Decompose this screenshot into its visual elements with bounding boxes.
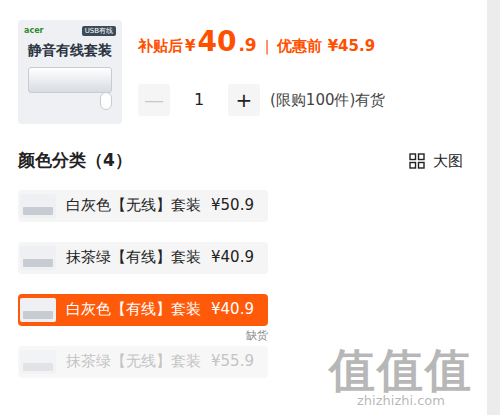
watermark-logo: 值值值 [329,347,473,393]
option-price: ¥55.9 [211,350,254,373]
option-chip[interactable]: 抹茶绿【有线】套装 ¥40.9 [18,242,268,274]
watermark: 值值值zhizhizhi.com [329,347,473,409]
stock-note: (限购100件)有货 [270,89,385,112]
option-list: 白灰色【无线】套装 ¥50.9 抹茶绿【有线】套装 ¥40.9 白灰色【有线】套装 ¥40… [18,190,471,378]
option-thumbnail [20,246,56,270]
option-label: 抹茶绿【有线】套装 [66,246,201,269]
watermark-url: zhizhizhi.com [329,393,473,409]
price-label: 补贴后 [138,35,183,58]
option-thumbnail [20,298,56,322]
sku-panel: acerUSB有线静音有线套装补贴后¥40.9|优惠前 ¥45.9—1+(限购1… [0,0,487,415]
quantity-stepper: —1+ (限购100件)有货 [138,84,385,116]
brand-logo: acer [24,27,44,35]
large-view-label: 大图 [433,150,463,173]
plus-button[interactable]: + [228,84,260,116]
option-thumbnail [20,350,56,374]
section-title: 颜色分类（4） [18,148,132,174]
price-decimal: .9 [238,33,256,59]
grid-icon [409,149,425,173]
price-integer: 40 [197,28,236,56]
keyboard-icon [28,67,112,93]
price-row: 补贴后¥40.9 | 优惠前 ¥45.9 [138,28,385,59]
mouse-icon [100,92,112,110]
option-label: 白灰色【有线】套装 [66,298,201,321]
option-label: 白灰色【无线】套装 [66,194,201,217]
original-price: 优惠前 ¥45.9 [277,35,375,58]
product-info: 补贴后¥40.9 | 优惠前 ¥45.9 —1+ (限购100件)有货 [138,20,385,124]
option-label: 抹茶绿【无线】套装 [66,350,201,373]
currency: ¥ [185,35,195,58]
product-header: acer USB有线静音有线套装 补贴后¥40.9 | 优惠前 ¥45.9 —1+ (限购1… [18,20,471,124]
price-divider: | [265,36,270,57]
option-chip[interactable]: 白灰色【无线】套装 ¥50.9 [18,190,268,222]
thumbnail-title: 静音有线套装 [24,42,116,59]
thumbnail-top: acer USB有线 [24,26,116,36]
option-chip: 抹茶绿【无线】套装¥55.9缺货 [18,346,268,378]
product-thumbnail: acer USB有线静音有线套装 [18,20,122,124]
option-thumbnail [20,194,56,218]
thumbnail-tag: USB有线 [82,26,116,36]
sold-out-badge: 缺货 [246,330,268,341]
section-header: 颜色分类（4） 大图 [18,148,471,174]
option-chip[interactable]: 白灰色【有线】套装 ¥40.9 [18,294,268,326]
large-view-button[interactable]: 大图 [409,149,463,173]
option-price: ¥50.9 [211,194,254,217]
minus-button[interactable]: — [138,84,170,116]
quantity-value[interactable]: 1 [170,88,228,112]
option-price: ¥40.9 [211,246,254,269]
option-price: ¥40.9 [211,298,254,321]
